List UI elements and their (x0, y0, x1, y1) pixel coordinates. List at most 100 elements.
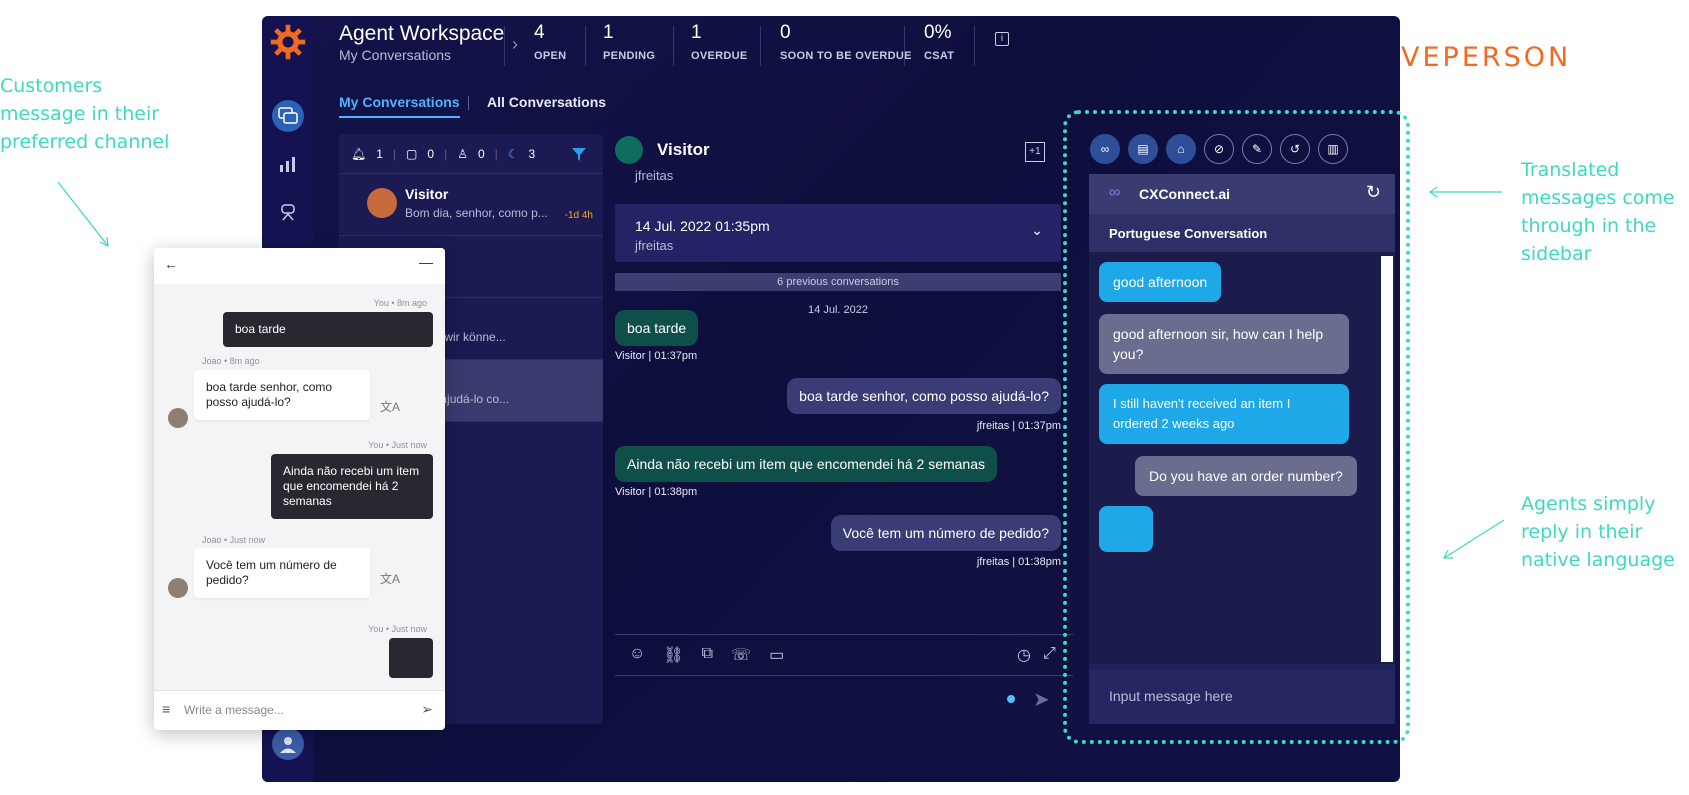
moon-icon[interactable]: ☾ (508, 147, 519, 161)
customer-message: Ainda não recebi um item que encomendei … (271, 454, 433, 519)
filter-count: 1 (376, 146, 383, 161)
annotation-line: message in their (0, 103, 160, 125)
stat-label: CSAT (924, 50, 955, 62)
annotation-customers: Customers message in their preferred cha… (0, 72, 169, 156)
chevron-right-icon[interactable]: › (512, 34, 518, 55)
minimize-icon[interactable]: — (419, 254, 433, 270)
mobile-input[interactable]: ≡ Write a message... ➢ (154, 690, 445, 730)
filter-count: 0 (477, 146, 485, 161)
annotation-line: messages come (1521, 187, 1675, 209)
tab-all-conversations[interactable]: All Conversations (487, 94, 606, 110)
annotation-line: through in the (1521, 215, 1657, 237)
tab-my-conversations[interactable]: My Conversations (339, 94, 460, 118)
list-item-preview: Bom dia, senhor, como p... (405, 206, 548, 220)
status-dot (1007, 695, 1015, 703)
chevron-down-icon[interactable]: ⌄ (1031, 222, 1043, 239)
avatar (367, 188, 397, 218)
conversation-date: 14 Jul. 2022 01:35pm (635, 218, 770, 234)
previous-agent-label: jfreitas (635, 168, 674, 183)
info-icon[interactable]: i (995, 32, 1009, 46)
message-composer[interactable]: ☺ ⛓︎ ⧉ ☏ ▭ ◷ ⤢ ➤ (615, 634, 1073, 722)
bell-icon[interactable]: 🔔︎ (351, 147, 366, 161)
annotation-line: preferred channel (0, 131, 170, 153)
visitor-message: Ainda não recebi um item que encomendei … (615, 446, 997, 482)
divider (974, 26, 975, 66)
add-participant-button[interactable]: +1 (1025, 142, 1045, 162)
emoji-icon[interactable]: ☺ (629, 645, 645, 665)
stat-overdue[interactable]: 1 OVERDUE (691, 22, 748, 62)
annotation-line: Agents simply (1521, 493, 1656, 515)
message-meta: jfreitas | 01:37pm (976, 420, 1061, 432)
annotation-line: native language (1521, 549, 1675, 571)
message-meta: Joao • Just now (202, 535, 266, 545)
message-meta: You • Just now (368, 440, 427, 450)
composer-toolbar: ☺ ⛓︎ ⧉ ☏ ▭ (629, 645, 784, 665)
translate-icon[interactable]: 文A (380, 398, 400, 415)
phone-icon[interactable]: ☏ (731, 645, 751, 665)
stat-label: SOON TO BE OVERDUE (780, 50, 912, 62)
nav-conversations-icon[interactable] (272, 100, 304, 132)
annotation-agents: Agents simply reply in their native lang… (1521, 490, 1675, 574)
clock-icon[interactable]: ◷ (1017, 645, 1031, 665)
divider: | (392, 146, 397, 161)
chat-header: Visitor +1 (615, 134, 1073, 170)
stat-value: 0 (780, 22, 791, 43)
divider (585, 26, 586, 66)
filter-icon[interactable] (571, 146, 587, 162)
link-icon[interactable]: ⛓︎ (663, 645, 683, 665)
divider (673, 26, 674, 66)
agent-avatar[interactable] (272, 728, 304, 760)
previous-conversations-link[interactable]: 6 previous conversations (615, 273, 1061, 291)
stat-label: PENDING (603, 50, 656, 62)
list-filters: 🔔︎ 1 | ▢ 0 | ♙ 0 | ☾ 3 (339, 134, 603, 174)
stat-value: 4 (534, 22, 545, 43)
stat-soon-overdue[interactable]: 0 SOON TO BE OVERDUE (780, 22, 912, 62)
stat-label: OVERDUE (691, 50, 748, 62)
previous-conversation-card[interactable]: 14 Jul. 2022 01:35pm jfreitas ⌄ (615, 204, 1061, 262)
divider (904, 26, 905, 66)
translate-icon[interactable]: 文A (380, 570, 400, 587)
stat-pending[interactable]: 1 PENDING (603, 22, 655, 62)
chat-title: Visitor (657, 140, 710, 159)
brand-name: LIVEPERSON (1372, 41, 1572, 73)
annotation-line: reply in their (1521, 521, 1643, 543)
divider (468, 96, 469, 110)
arrow-icon (1428, 186, 1502, 198)
send-icon[interactable]: ➤ (1033, 687, 1050, 712)
message-meta: You • 8m ago (373, 298, 427, 308)
customer-message: boa tarde (223, 312, 433, 347)
divider: | (444, 146, 448, 161)
user-icon[interactable]: ♙ (457, 147, 468, 161)
nav-analytics-icon[interactable] (272, 148, 304, 180)
stat-value: 1 (691, 22, 702, 43)
sidebar-highlight (1063, 110, 1410, 744)
stat-csat[interactable]: 0% CSAT (924, 22, 954, 62)
menu-icon[interactable]: ≡ (162, 701, 170, 717)
divider: | (494, 146, 498, 161)
stat-open[interactable]: 4 OPEN (534, 22, 566, 62)
arrow-icon (57, 181, 109, 248)
annotation-translated: Translated messages come through in the … (1521, 156, 1675, 268)
agent-message: Você tem um número de pedido? (830, 515, 1061, 551)
agent-message: boa tarde senhor, como posso ajudá-lo? (787, 378, 1061, 414)
stat-value: 0% (924, 22, 952, 43)
nav-bot-icon[interactable] (272, 196, 304, 228)
agent-avatar (168, 408, 188, 428)
stat-label: OPEN (534, 50, 567, 62)
agent-message: boa tarde senhor, como posso ajudá-lo? (194, 370, 370, 420)
list-item[interactable]: Visitor Bom dia, senhor, como p... -1d 4… (339, 174, 603, 236)
message-meta: Visitor | 01:38pm (615, 486, 698, 498)
video-icon[interactable]: ▭ (769, 645, 784, 665)
annotation-line: Translated (1521, 159, 1620, 181)
back-arrow-icon[interactable]: ← (164, 256, 178, 272)
chat-panel: Visitor +1 jfreitas 14 Jul. 2022 01:35pm… (615, 134, 1073, 724)
send-icon[interactable]: ➢ (421, 701, 433, 718)
list-item-time: -1d 4h (564, 210, 593, 221)
expand-icon[interactable]: ⤢ (1043, 645, 1056, 663)
page-title: Agent Workspace (339, 22, 505, 45)
message-icon[interactable]: ▢ (406, 147, 417, 161)
agent-avatar (168, 578, 188, 598)
annotation-line: Customers (0, 75, 103, 97)
filter-count: 0 (427, 146, 435, 161)
cobrowse-icon[interactable]: ⧉ (702, 645, 713, 665)
